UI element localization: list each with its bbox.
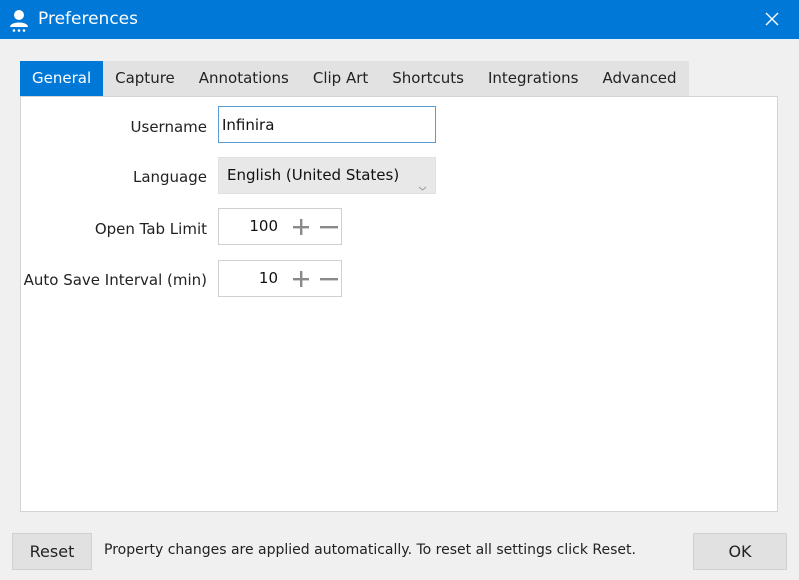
minus-icon[interactable] xyxy=(319,217,339,237)
language-select[interactable]: English (United States) xyxy=(218,157,436,194)
language-value: English (United States) xyxy=(227,166,400,184)
tab-clip-art[interactable]: Clip Art xyxy=(301,61,380,96)
chevron-down-icon xyxy=(418,171,427,191)
open-tab-limit-stepper: 100 xyxy=(218,208,342,245)
status-message: Property changes are applied automatical… xyxy=(104,542,636,558)
reset-button[interactable]: Reset xyxy=(12,533,92,570)
ok-button[interactable]: OK xyxy=(693,533,787,570)
minus-icon[interactable] xyxy=(319,269,339,289)
language-label: Language xyxy=(132,168,207,186)
window-title: Preferences xyxy=(38,9,138,29)
tab-advanced[interactable]: Advanced xyxy=(590,61,688,96)
title-bar: Preferences xyxy=(0,0,799,39)
tab-integrations[interactable]: Integrations xyxy=(476,61,590,96)
tab-capture[interactable]: Capture xyxy=(103,61,187,96)
plus-icon[interactable] xyxy=(291,217,311,237)
tab-annotations[interactable]: Annotations xyxy=(187,61,301,96)
tab-general[interactable]: General xyxy=(20,61,104,96)
open-tab-limit-label: Open Tab Limit xyxy=(94,220,207,238)
username-label: Username xyxy=(130,118,207,136)
auto-save-interval-stepper: 10 xyxy=(218,260,342,297)
close-icon[interactable] xyxy=(761,8,783,30)
preferences-window: Preferences General Capture Annotations … xyxy=(0,0,799,580)
open-tab-limit-value[interactable]: 100 xyxy=(249,209,278,244)
tab-bar: General Capture Annotations Clip Art Sho… xyxy=(20,61,689,96)
plus-icon[interactable] xyxy=(291,269,311,289)
tab-shortcuts[interactable]: Shortcuts xyxy=(380,61,476,96)
username-input[interactable] xyxy=(218,106,436,143)
user-settings-icon xyxy=(8,9,30,33)
auto-save-interval-label: Auto Save Interval (min) xyxy=(23,271,207,289)
auto-save-interval-value[interactable]: 10 xyxy=(259,261,278,296)
